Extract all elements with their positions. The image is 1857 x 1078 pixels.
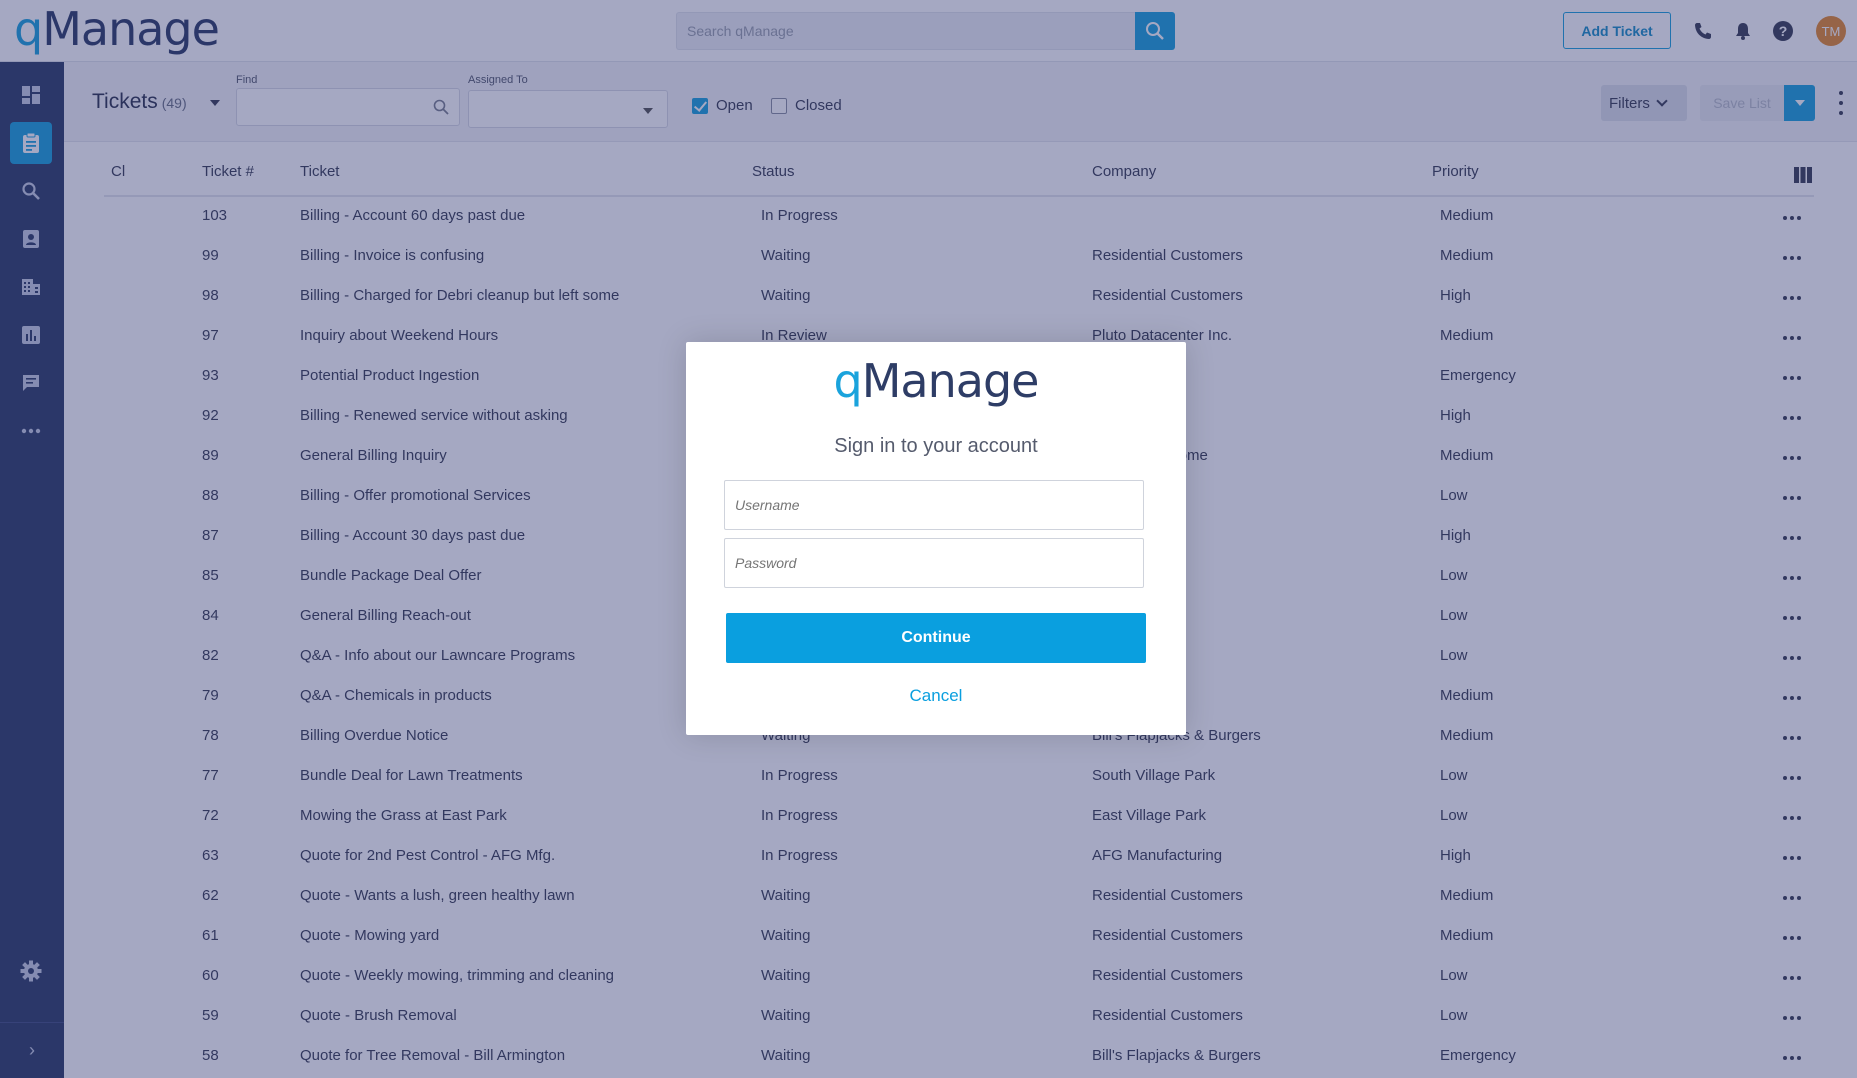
sign-in-dialog: qManage Sign in to your account Continue… [686,342,1186,735]
dialog-subtitle: Sign in to your account [834,435,1038,457]
username-input[interactable] [724,480,1144,530]
dialog-logo: qManage [686,354,1186,408]
dialog-logo-q: q [833,354,863,408]
password-input[interactable] [724,538,1144,588]
dialog-logo-text: Manage [861,354,1040,408]
cancel-link[interactable]: Cancel [686,686,1186,706]
continue-button[interactable]: Continue [726,613,1146,663]
